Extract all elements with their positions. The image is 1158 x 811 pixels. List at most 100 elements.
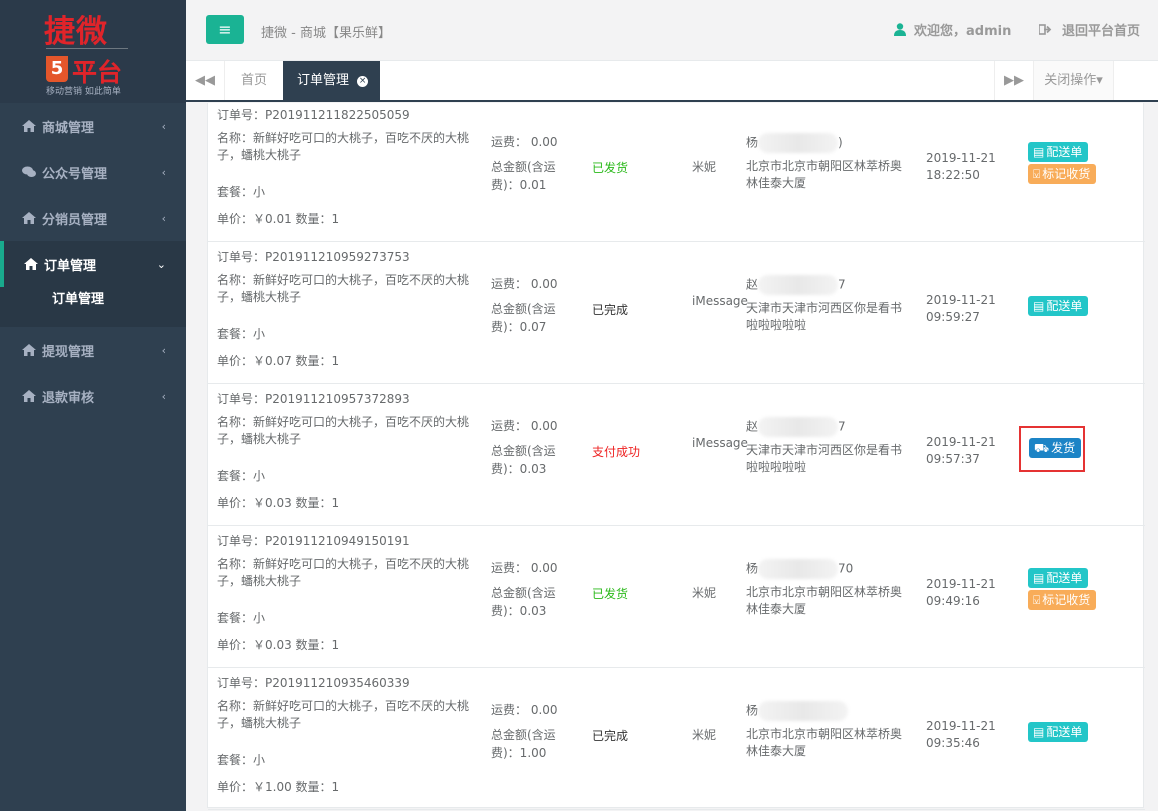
- tab-bar: ◀◀ 首页 订单管理 × ▶▶ 关闭操作▾: [186, 61, 1158, 102]
- back-to-platform-label: 退回平台首页: [1062, 24, 1141, 39]
- sidebar-item-label: 退款审核: [42, 390, 95, 406]
- shipping-fee: 运费： 0.00: [491, 561, 558, 575]
- tab-scroll-right-button[interactable]: ▶▶: [994, 61, 1033, 100]
- total-amount: 总金额(含运费)：0.03: [491, 444, 556, 476]
- highlight-box: [1019, 426, 1085, 472]
- order-time: 2019-11-21 09:57:37: [926, 435, 996, 466]
- delivery-address: 天津市天津市河西区你是看书啦啦啦啦啦: [746, 443, 903, 474]
- bookmark-icon: ⍌: [1033, 167, 1041, 181]
- tab-scroll-left-button[interactable]: ◀◀: [186, 61, 225, 100]
- order-id: 订单号：P201911210959273753: [217, 250, 410, 264]
- receiver-prefix: 杨: [746, 561, 759, 576]
- receiver-info: 杨: [746, 701, 849, 721]
- logo-title: 捷微: [44, 14, 108, 50]
- delivery-note-label: 配送单: [1046, 571, 1083, 585]
- logo-divider: [46, 48, 128, 49]
- welcome-user: 欢迎您，admin: [894, 20, 1011, 39]
- html5-badge-icon: 5: [46, 56, 68, 82]
- buyer-name: 米妮: [692, 586, 717, 600]
- unit-price: 单价：￥0.01 数量：1: [217, 212, 340, 226]
- mark-received-button[interactable]: ⍌ 标记收货: [1028, 164, 1097, 184]
- delivery-note-label: 配送单: [1046, 725, 1083, 739]
- order-id: 订单号：P201911210949150191: [217, 534, 410, 548]
- close-operations-dropdown[interactable]: 关闭操作▾: [1033, 61, 1114, 100]
- sidebar-item-refund[interactable]: 退款审核 ‹: [0, 373, 186, 419]
- chevron-left-icon: ‹: [161, 343, 166, 357]
- receiver-info: 赵7: [746, 275, 846, 295]
- status-badge: 已完成: [592, 303, 629, 317]
- sidebar-item-distributors[interactable]: 分销员管理 ‹: [0, 195, 186, 241]
- sign-out-icon: [1039, 24, 1052, 35]
- product-name: 名称：新鲜好吃可口的大桃子，百吃不厌的大桃子，蟠桃大桃子: [217, 131, 470, 162]
- order-row: 订单号：P201911210959273753 名称：新鲜好吃可口的大桃子，百吃…: [208, 242, 1145, 384]
- receiver-info: 杨): [746, 133, 843, 153]
- sidebar-item-orders[interactable]: 订单管理 ⌄: [0, 241, 186, 287]
- mark-received-button[interactable]: ⍌ 标记收货: [1028, 590, 1097, 610]
- chevron-left-icon: ‹: [161, 165, 166, 179]
- close-tab-icon[interactable]: ×: [357, 76, 369, 87]
- package: 套餐：小: [217, 327, 266, 341]
- order-list: 订单号：P201911211822505059 名称：新鲜好吃可口的大桃子，百吃…: [207, 103, 1145, 810]
- chevron-down-icon: ⌄: [156, 257, 166, 271]
- receiver-prefix: 赵: [746, 277, 759, 292]
- receiver-prefix: 杨: [746, 135, 759, 150]
- delivery-note-label: 配送单: [1046, 299, 1083, 313]
- receiver-prefix: 杨: [746, 703, 759, 718]
- home-icon: [24, 258, 38, 270]
- receiver-suffix: 7: [838, 277, 846, 292]
- sidebar-item-mall[interactable]: 商城管理 ‹: [0, 103, 186, 149]
- package: 套餐：小: [217, 185, 266, 199]
- total-amount: 总金额(含运费)：0.01: [491, 160, 556, 192]
- receiver-info: 杨 70: [746, 559, 853, 579]
- total-amount: 总金额(含运费)：1.00: [491, 728, 556, 760]
- package: 套餐：小: [217, 469, 266, 483]
- delivery-note-button[interactable]: ▤ 配送单: [1028, 722, 1089, 742]
- delivery-note-button[interactable]: ▤ 配送单: [1028, 296, 1089, 316]
- redacted-block: [758, 559, 839, 579]
- status-badge: 已发货: [592, 161, 629, 175]
- delivery-address: 北京市北京市朝阳区林萃桥奥林佳泰大厦: [746, 727, 903, 758]
- menu-toggle-button[interactable]: ≡: [206, 15, 244, 44]
- file-icon: ▤: [1033, 725, 1045, 739]
- unit-price: 单价：￥1.00 数量：1: [217, 780, 340, 794]
- product-name: 名称：新鲜好吃可口的大桃子，百吃不厌的大桃子，蟠桃大桃子: [217, 699, 470, 730]
- buyer-name: iMessage: [692, 294, 748, 308]
- unit-price: 单价：￥0.03 数量：1: [217, 496, 340, 510]
- tab-home[interactable]: 首页: [226, 61, 282, 100]
- order-row: 订单号：P201911210957372893 名称：新鲜好吃可口的大桃子，百吃…: [208, 384, 1145, 526]
- receiver-prefix: 赵: [746, 419, 759, 434]
- redacted-block: [758, 417, 839, 437]
- main-content: 订单号：P201911211822505059 名称：新鲜好吃可口的大桃子，百吃…: [186, 103, 1158, 811]
- shipping-fee: 运费： 0.00: [491, 419, 558, 433]
- tab-orders[interactable]: 订单管理 ×: [283, 61, 380, 100]
- sidebar-item-withdraw[interactable]: 提现管理 ‹: [0, 327, 186, 373]
- total-amount: 总金额(含运费)：0.07: [491, 302, 556, 334]
- order-id: 订单号：P201911210957372893: [217, 392, 410, 406]
- mark-received-label: 标记收货: [1042, 167, 1091, 181]
- product-name: 名称：新鲜好吃可口的大桃子，百吃不厌的大桃子，蟠桃大桃子: [217, 415, 470, 446]
- receiver-suffix: ): [838, 135, 843, 150]
- page-breadcrumb: 捷微 - 商城【果乐鲜】: [261, 26, 391, 41]
- logo: 捷微 5 平台 移动营销 如此简单: [0, 0, 186, 103]
- chevron-left-icon: ‹: [161, 211, 166, 225]
- redacted-block: [758, 133, 839, 153]
- back-to-platform-link[interactable]: 退回平台首页: [1039, 20, 1140, 39]
- sidebar-item-label: 公众号管理: [42, 166, 108, 182]
- sidebar-item-label: 分销员管理: [42, 212, 108, 228]
- user-icon: [894, 23, 906, 36]
- delivery-note-button[interactable]: ▤ 配送单: [1028, 568, 1089, 588]
- bookmark-icon: ⍌: [1033, 593, 1041, 607]
- redacted-block: [758, 275, 839, 295]
- order-row: 订单号：P201911210949150191 名称：新鲜好吃可口的大桃子，百吃…: [208, 526, 1145, 668]
- sidebar-subitem-orders[interactable]: 订单管理: [0, 287, 186, 327]
- sidebar-item-wechat[interactable]: 公众号管理 ‹: [0, 149, 186, 195]
- delivery-note-label: 配送单: [1046, 145, 1083, 159]
- order-time: 2019-11-21 09:35:46: [926, 719, 996, 750]
- order-id: 订单号：P201911211822505059: [217, 108, 410, 122]
- sidebar-item-label: 订单管理: [44, 258, 97, 274]
- logo-slogan: 移动营销 如此简单: [46, 87, 121, 97]
- delivery-address: 北京市北京市朝阳区林萃桥奥林佳泰大厦: [746, 585, 903, 616]
- order-id: 订单号：P201911210935460339: [217, 676, 410, 690]
- delivery-note-button[interactable]: ▤ 配送单: [1028, 142, 1089, 162]
- unit-price: 单价：￥0.03 数量：1: [217, 638, 340, 652]
